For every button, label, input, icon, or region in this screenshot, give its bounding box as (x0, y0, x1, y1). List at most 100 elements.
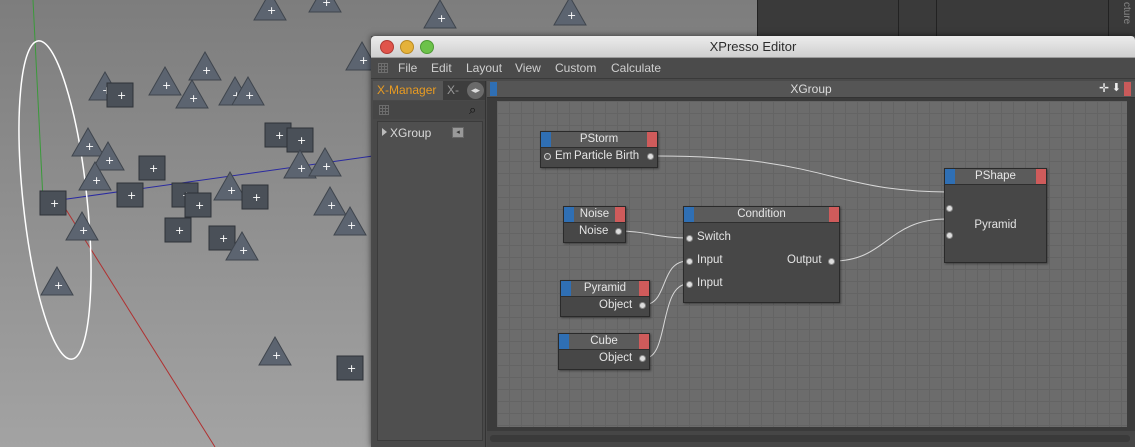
node-header[interactable]: PShape (945, 169, 1046, 185)
particle-axis-marker: + (297, 134, 306, 147)
shape-value: Pyramid (974, 219, 1017, 231)
port-label-input-1: Input (697, 254, 723, 266)
editor-title: XGroup (790, 82, 832, 96)
input-ports-button[interactable] (561, 281, 571, 296)
grip-icon[interactable] (378, 63, 388, 73)
output-ports-button[interactable] (647, 132, 657, 147)
port-particles-in[interactable] (946, 205, 953, 212)
search-icon[interactable]: ⌕ (469, 102, 476, 118)
editor-scrollbar[interactable] (487, 431, 1135, 447)
scroll-down-icon[interactable]: ⬇ (1112, 81, 1121, 94)
port-input-2-in[interactable] (686, 281, 693, 288)
output-ports-button[interactable] (639, 334, 649, 349)
node-title: PStorm (579, 133, 619, 145)
wire-particle-birth-to-pshape[interactable] (656, 155, 948, 193)
port-noise-out[interactable] (615, 228, 622, 235)
port-input-1-in[interactable] (686, 258, 693, 265)
node-pyramid[interactable]: Pyramid Object (560, 280, 650, 317)
node-body: Object (559, 350, 649, 369)
tree-item-label: XGroup (390, 126, 432, 140)
port-label-switch: Switch (697, 231, 731, 243)
port-shape-in[interactable] (946, 232, 953, 239)
node-canvas[interactable]: PStorm Em Particle Birth Noise Noise Pyr… (497, 101, 1127, 427)
node-title: Noise (579, 208, 610, 220)
output-ports-button[interactable] (615, 207, 625, 222)
grip-icon[interactable] (379, 105, 389, 115)
particle-axis-marker: + (252, 191, 261, 204)
particle-axis-marker: + (127, 189, 136, 202)
node-pshape[interactable]: PShape Pyramid (944, 168, 1047, 263)
particle-axis-marker: + (227, 184, 236, 197)
node-condition[interactable]: Condition Switch Input Input Output (683, 206, 840, 303)
input-ports-button[interactable] (541, 132, 551, 147)
menu-file[interactable]: File (398, 61, 417, 75)
scrollbar-track[interactable] (490, 435, 1130, 442)
particle-axis-marker: + (149, 162, 158, 175)
menu-calculate[interactable]: Calculate (611, 61, 661, 75)
input-ports-button[interactable] (684, 207, 694, 222)
particle-axis-marker: + (162, 79, 171, 92)
move-icon[interactable]: ✛ (1099, 81, 1109, 95)
group-lock-icon[interactable]: ◂ (452, 127, 464, 138)
expand-triangle-icon[interactable] (382, 128, 387, 136)
particle-axis-marker: + (117, 89, 126, 102)
node-title: Pyramid (583, 282, 627, 294)
particle-axis-marker: + (297, 162, 306, 175)
port-object-out[interactable] (639, 302, 646, 309)
particle-axis-marker: + (275, 129, 284, 142)
window-titlebar[interactable]: XPresso Editor (371, 36, 1135, 58)
node-body: Object (561, 297, 649, 316)
port-label-object: Object (599, 299, 633, 311)
input-ports-button[interactable] (945, 169, 955, 184)
wire-noise-to-switch[interactable] (617, 230, 689, 239)
port-output-out[interactable] (828, 258, 835, 265)
group-output-marker[interactable] (1124, 82, 1131, 96)
window-title: XPresso Editor (709, 39, 797, 54)
particle-axis-marker: + (239, 244, 248, 257)
port-particle-birth-out[interactable] (647, 153, 654, 160)
output-ports-button[interactable] (1036, 169, 1046, 184)
output-ports-button[interactable] (639, 281, 649, 296)
node-body: Switch Input Input Output (684, 223, 839, 302)
node-header[interactable]: Cube (559, 334, 649, 350)
particle-axis-marker: + (322, 0, 331, 9)
port-switch-in[interactable] (686, 235, 693, 242)
wire-cube-to-input[interactable] (644, 283, 689, 359)
node-pstorm[interactable]: PStorm Em Particle Birth (540, 131, 658, 168)
output-ports-button[interactable] (829, 207, 839, 222)
tab-x-manager[interactable]: X-Manager (373, 81, 443, 100)
node-header[interactable]: Pyramid (561, 281, 649, 297)
node-header[interactable]: PStorm (541, 132, 657, 148)
editor-header: XGroup ✛ ⬇ (487, 81, 1135, 98)
menu-bar: File Edit Layout View Custom Calculate (371, 58, 1135, 79)
particle-axis-marker: + (79, 224, 88, 237)
menu-layout[interactable]: Layout (466, 61, 502, 75)
menu-custom[interactable]: Custom (555, 61, 596, 75)
menu-view[interactable]: View (515, 61, 541, 75)
input-ports-button[interactable] (559, 334, 569, 349)
particle-axis-marker: + (245, 89, 254, 102)
particle-axis-marker: + (322, 160, 331, 173)
input-ports-button[interactable] (564, 207, 574, 222)
manager-tree: XGroup ◂ (377, 121, 483, 441)
wire-output-to-pshape[interactable] (832, 218, 948, 262)
viewport-side-panel: cture (757, 0, 1135, 36)
port-label-object: Object (599, 352, 633, 364)
xpresso-editor-window: XPresso Editor File Edit Layout View Cus… (371, 36, 1135, 447)
menu-edit[interactable]: Edit (431, 61, 452, 75)
node-body: Pyramid (945, 185, 1046, 262)
node-header[interactable]: Noise (564, 207, 625, 223)
node-title: PShape (975, 170, 1016, 182)
tree-item-xgroup[interactable]: XGroup (382, 126, 431, 140)
node-cube[interactable]: Cube Object (558, 333, 650, 370)
port-label-input-2: Input (697, 277, 723, 289)
particle-axis-marker: + (272, 349, 281, 362)
node-header[interactable]: Condition (684, 207, 839, 223)
tab-scroll-arrows-icon[interactable]: ◂▸ (467, 82, 484, 99)
port-emitter-in[interactable] (544, 153, 551, 160)
port-object-out[interactable] (639, 355, 646, 362)
port-label-output: Output (787, 254, 822, 266)
node-noise[interactable]: Noise Noise (563, 206, 626, 243)
particle-axis-marker: + (202, 64, 211, 77)
tab-x-pool[interactable]: X- (443, 81, 467, 100)
